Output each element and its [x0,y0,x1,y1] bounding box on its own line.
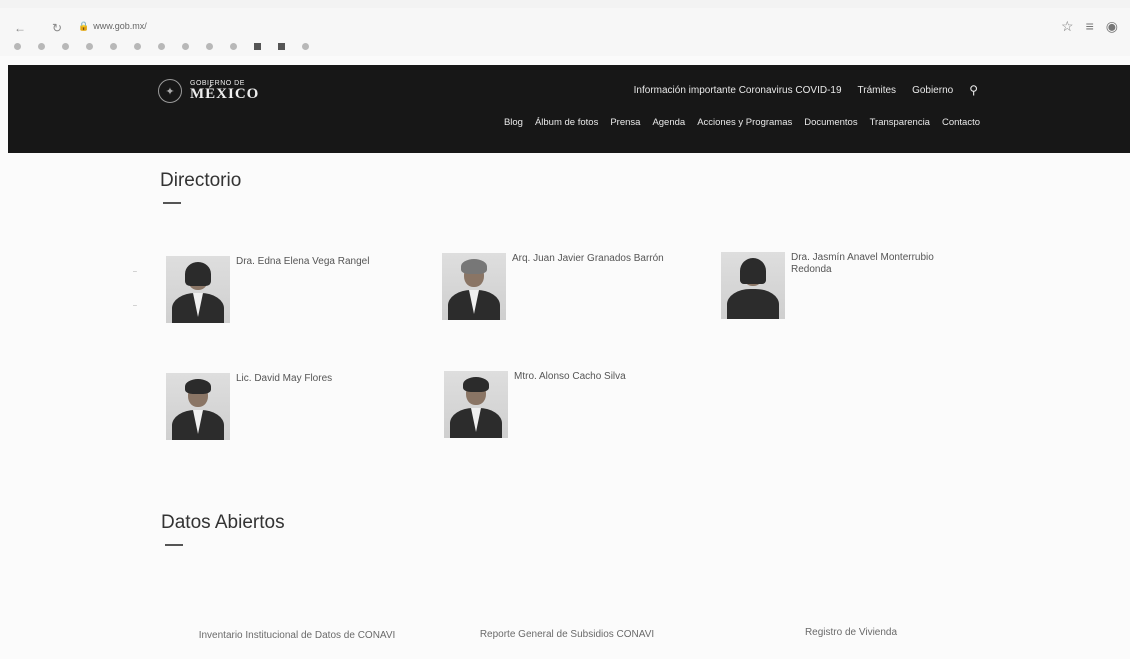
logo-line2: MÉXICO [190,86,260,102]
data-link[interactable]: Inventario Institucional de Datos de CON… [167,630,427,642]
person-photo [442,253,506,320]
reload-icon[interactable]: ↻ [52,21,62,35]
nav-contacto[interactable]: Contacto [942,117,980,128]
person-photo [166,256,230,323]
nav-covid-link[interactable]: Información importante Coronavirus COVID… [634,85,842,96]
main-nav: Blog Álbum de fotos Prensa Agenda Accion… [504,117,980,128]
nav-prensa[interactable]: Prensa [610,117,640,128]
bookmarks-bar [0,36,1130,56]
person-card[interactable]: Mtro. Alonso Cacho Silva [444,371,694,438]
nav-gobierno-link[interactable]: Gobierno [912,85,953,96]
sidebar-mark: – [133,302,137,309]
top-nav: Información importante Coronavirus COVID… [634,83,978,97]
lock-icon: 🔒 [78,21,90,31]
person-card[interactable]: Lic. David May Flores [166,373,416,440]
directorio-title: Directorio [160,170,242,191]
browser-tab-strip [0,0,1130,8]
profile-icon[interactable]: ◉ [1106,18,1118,35]
nav-album[interactable]: Álbum de fotos [535,117,598,128]
title-underline [165,544,183,546]
person-name: Dra. Jasmín Anavel Monterrubio Redonda [791,252,934,275]
site-header: ✦ GOBIERNO DE MÉXICO Información importa… [8,65,1130,153]
bookmark-item[interactable] [278,42,288,50]
person-photo [721,252,785,319]
nav-acciones[interactable]: Acciones y Programas [697,117,792,128]
bookmark-item[interactable] [158,42,168,50]
bookmark-item[interactable] [14,42,24,50]
seal-icon: ✦ [158,79,182,103]
person-name: Mtro. Alonso Cacho Silva [514,371,626,382]
bookmark-item[interactable] [182,42,192,50]
nav-blog[interactable]: Blog [504,117,523,128]
bookmark-item[interactable] [86,42,96,50]
bookmark-item[interactable] [38,42,48,50]
bookmark-item[interactable] [110,42,120,50]
person-card[interactable]: Dra. Edna Elena Vega Rangel [166,256,416,323]
nav-agenda[interactable]: Agenda [652,117,685,128]
person-name: Lic. David May Flores [236,373,333,384]
bookmark-item[interactable] [134,42,144,50]
back-icon[interactable]: ← [14,21,26,35]
person-photo [444,371,508,438]
bookmark-item[interactable] [302,42,312,50]
person-photo [166,373,230,440]
nav-transparencia[interactable]: Transparencia [870,117,930,128]
search-icon[interactable]: ⚲ [969,83,978,97]
person-name: Arq. Juan Javier Granados Barrón [512,253,664,264]
title-underline [163,202,181,204]
bookmark-item[interactable] [230,42,240,50]
reading-list-icon[interactable]: ≡ [1086,18,1094,35]
bookmark-item[interactable] [254,42,264,50]
data-link[interactable]: Registro de Vivienda [721,627,981,639]
address-bar-area: ← ↻ 🔒 www.gob.mx/ ☆ ≡ ◉ [0,8,1130,36]
nav-documentos[interactable]: Documentos [804,117,857,128]
url-text: www.gob.mx/ [93,21,147,31]
person-card[interactable]: Arq. Juan Javier Granados Barrón [442,253,692,320]
person-name: Dra. Edna Elena Vega Rangel [236,256,370,267]
sidebar-mark: – [133,268,137,275]
data-link[interactable]: Reporte General de Subsidios CONAVI [437,629,697,641]
star-icon[interactable]: ☆ [1061,18,1074,35]
url-field[interactable]: 🔒 www.gob.mx/ [78,21,147,32]
bookmark-item[interactable] [62,42,72,50]
person-card[interactable]: Dra. Jasmín Anavel Monterrubio Redonda [721,252,971,319]
site-logo[interactable]: ✦ GOBIERNO DE MÉXICO [158,79,259,103]
datos-abiertos-title: Datos Abiertos [161,512,285,533]
bookmark-item[interactable] [206,42,216,50]
nav-tramites-link[interactable]: Trámites [858,85,897,96]
